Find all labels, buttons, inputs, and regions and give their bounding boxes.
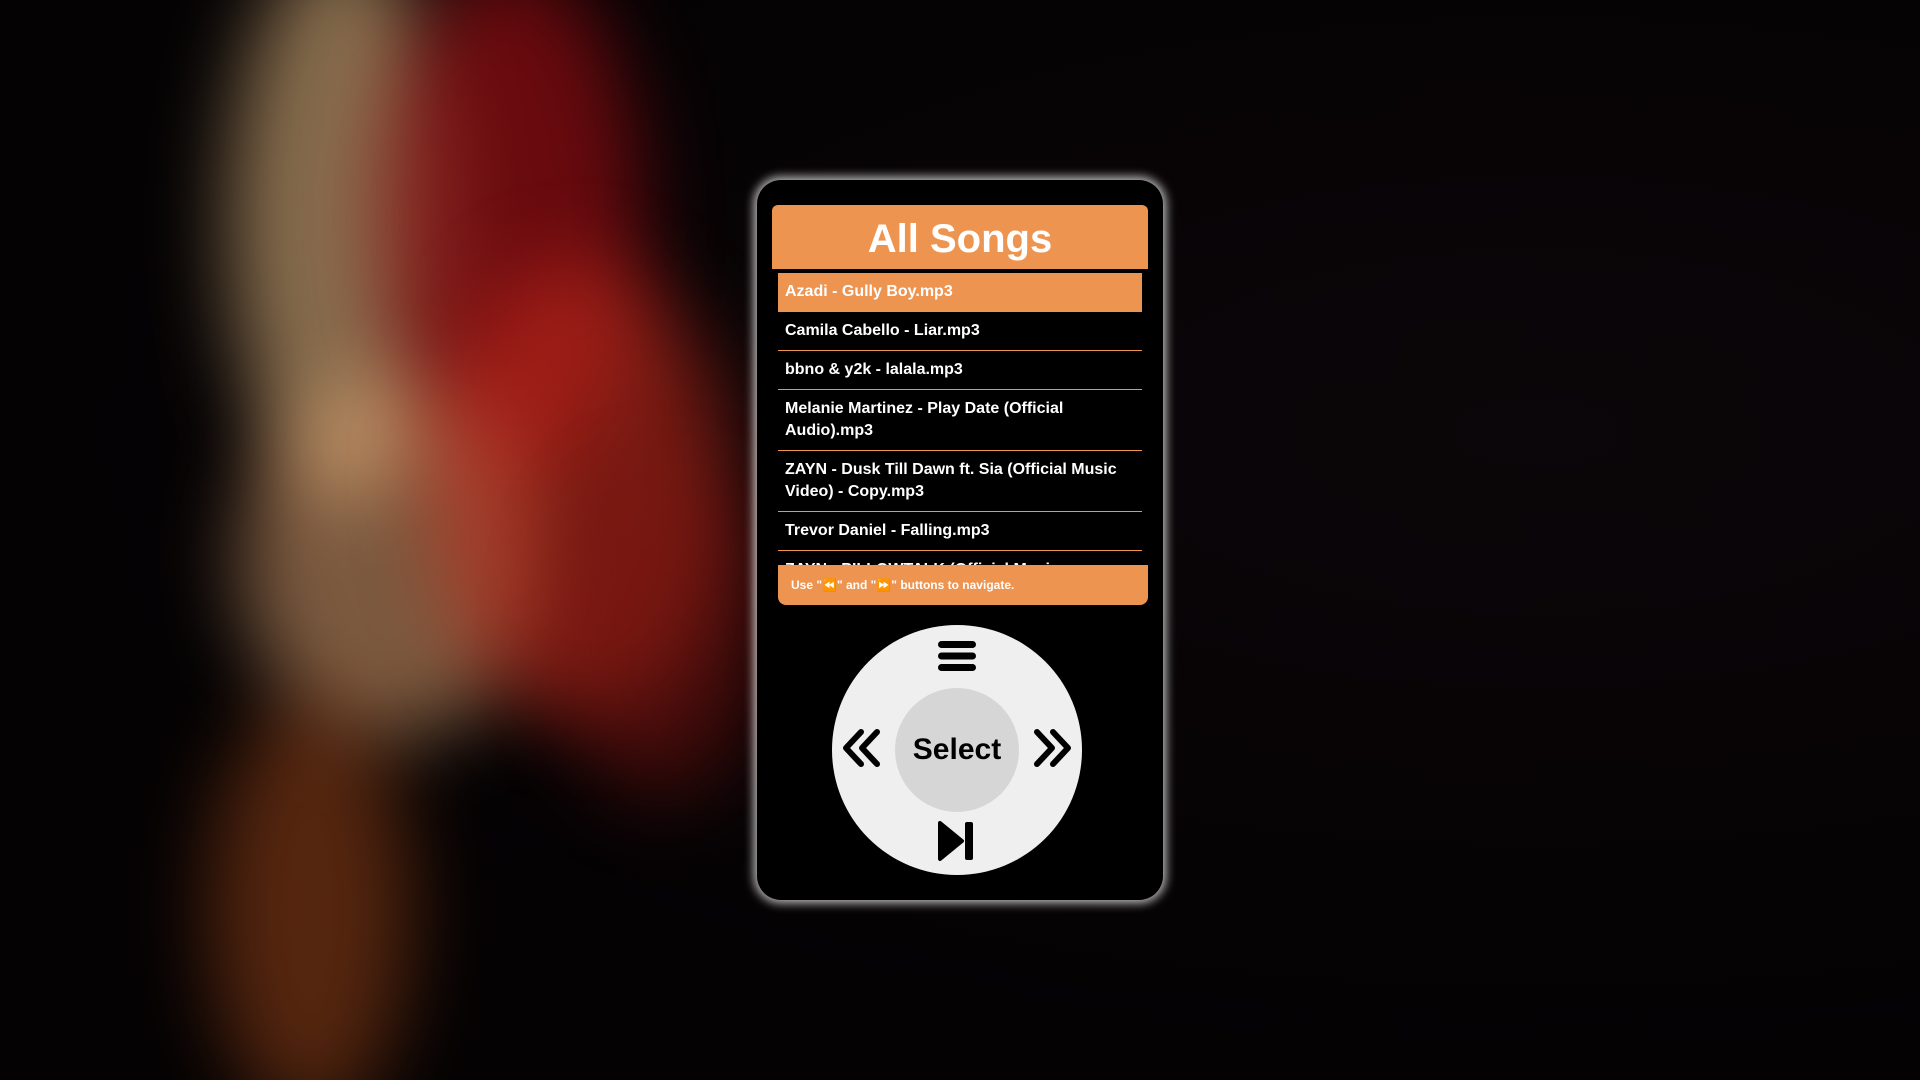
ipod-player: All Songs Azadi - Gully Boy.mp3 Camila Ca… [757,180,1163,900]
click-wheel[interactable]: Select [832,625,1082,875]
song-list[interactable]: Azadi - Gully Boy.mp3 Camila Cabello - Li… [778,273,1142,565]
song-item[interactable]: Azadi - Gully Boy.mp3 [778,273,1142,312]
navigation-hint: Use "⏪" and "⏩" buttons to navigate. [778,565,1148,605]
double-chevron-left-icon[interactable] [842,728,882,768]
song-item[interactable]: Camila Cabello - Liar.mp3 [778,312,1142,351]
select-button[interactable]: Select [895,688,1019,812]
screen: All Songs Azadi - Gully Boy.mp3 Camila Ca… [772,205,1148,605]
song-item[interactable]: Trevor Daniel - Falling.mp3 [778,512,1142,551]
song-item[interactable]: ZAYN - PILLOWTALK (Official Music Video)… [778,551,1142,565]
song-item[interactable]: bbno & y2k - lalala.mp3 [778,351,1142,390]
song-item[interactable]: ZAYN - Dusk Till Dawn ft. Sia (Official … [778,451,1142,512]
screen-title: All Songs [772,205,1148,269]
song-item[interactable]: Melanie Martinez - Play Date (Official A… [778,390,1142,451]
double-chevron-right-icon[interactable] [1032,728,1072,768]
play-pause-icon[interactable] [937,820,977,862]
hamburger-menu-icon[interactable] [937,640,977,672]
